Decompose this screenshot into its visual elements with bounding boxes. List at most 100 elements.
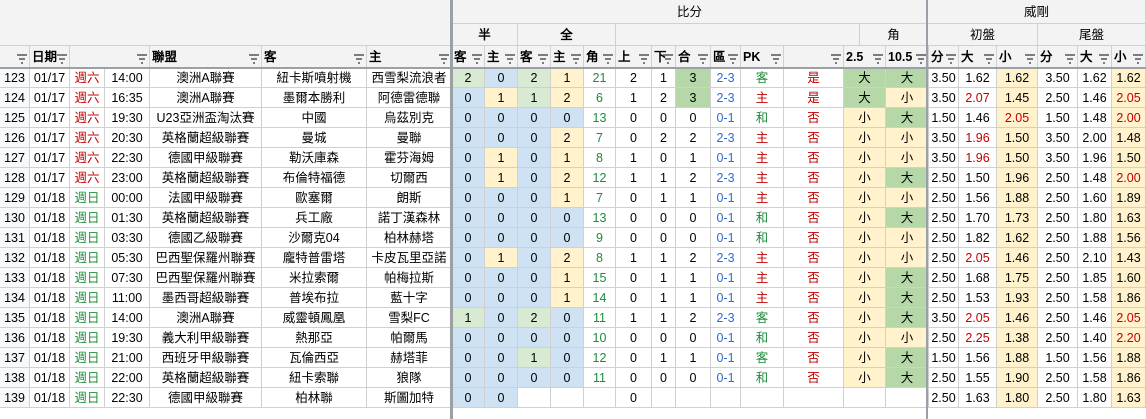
cell-o105[interactable]: 小 [886, 228, 929, 248]
cell-away[interactable]: 龐特普雷塔 [262, 248, 367, 268]
cell-o105[interactable]: 大 [886, 68, 929, 88]
cell-s1[interactable]: 2.50 [929, 248, 959, 268]
cell-w[interactable]: 週六 [70, 148, 105, 168]
cell-e2[interactable]: 1.85 [1078, 268, 1112, 288]
cell-s3[interactable]: 1.75 [997, 268, 1038, 288]
cell-home[interactable]: 曼聯 [367, 128, 452, 148]
cell-away[interactable]: 布倫特福德 [262, 168, 367, 188]
cell-he[interactable]: 2 [676, 248, 711, 268]
cell-home[interactable]: 諾丁漢森林 [367, 208, 452, 228]
cell-up[interactable]: 1 [616, 248, 652, 268]
cell-he[interactable]: 0 [676, 228, 711, 248]
cell-jiao[interactable]: 11 [584, 368, 616, 388]
cell-f2[interactable]: 0 [551, 348, 584, 368]
cell-d[interactable]: 01/17 [30, 168, 70, 188]
cell-home[interactable]: 帕梅拉斯 [367, 268, 452, 288]
cell-res[interactable]: 否 [784, 168, 844, 188]
cell-e1[interactable]: 2.50 [1038, 308, 1078, 328]
cell-o105[interactable]: 小 [886, 248, 929, 268]
filter-icon[interactable] [873, 50, 883, 64]
cell-f2[interactable]: 2 [551, 248, 584, 268]
filter-icon[interactable] [571, 50, 581, 64]
cell-e2[interactable]: 1.46 [1078, 88, 1112, 108]
cell-qu[interactable]: 0-1 [711, 288, 741, 308]
cell-qu[interactable]: 2-3 [711, 248, 741, 268]
cell-w[interactable]: 週日 [70, 188, 105, 208]
filter-icon[interactable] [639, 50, 649, 64]
cell-f1[interactable]: 0 [518, 188, 551, 208]
cell-lg[interactable]: 墨西哥超級聯賽 [150, 288, 262, 308]
cell-lg[interactable]: 德國甲級聯賽 [150, 148, 262, 168]
cell-s1[interactable]: 3.50 [929, 128, 959, 148]
col-header-rownum[interactable] [0, 46, 30, 68]
cell-res[interactable]: 否 [784, 268, 844, 288]
cell-up[interactable]: 2 [616, 68, 652, 88]
cell-s3[interactable]: 1.45 [997, 88, 1038, 108]
filter-icon[interactable] [831, 50, 841, 64]
cell-d[interactable]: 01/18 [30, 288, 70, 308]
cell-n[interactable]: 132 [0, 248, 30, 268]
cell-e3[interactable]: 2.00 [1112, 168, 1146, 188]
cell-res[interactable]: 否 [784, 248, 844, 268]
cell-f1[interactable]: 0 [518, 368, 551, 388]
cell-s2[interactable]: 1.56 [959, 188, 997, 208]
cell-o105[interactable]: 大 [886, 368, 929, 388]
cell-t[interactable]: 22:00 [105, 368, 150, 388]
col-header-date[interactable]: 日期 [30, 46, 70, 68]
filter-icon[interactable] [57, 50, 67, 64]
cell-f1[interactable]: 0 [518, 328, 551, 348]
cell-qu[interactable]: 2-3 [711, 88, 741, 108]
cell-t[interactable]: 05:30 [105, 248, 150, 268]
filter-icon[interactable] [1065, 50, 1075, 64]
cell-w[interactable]: 週日 [70, 388, 105, 408]
cell-e3[interactable]: 1.60 [1112, 268, 1146, 288]
cell-home[interactable]: 切爾西 [367, 168, 452, 188]
cell-lg[interactable]: 澳洲A聯賽 [150, 68, 262, 88]
cell-jiao[interactable]: 8 [584, 148, 616, 168]
cell-down[interactable]: 0 [652, 108, 676, 128]
cell-h2[interactable]: 1 [485, 248, 518, 268]
cell-jiao[interactable]: 10 [584, 328, 616, 348]
cell-f1[interactable]: 2 [518, 68, 551, 88]
cell-o105[interactable]: 大 [886, 348, 929, 368]
cell-e1[interactable]: 2.50 [1038, 368, 1078, 388]
cell-res[interactable]: 否 [784, 368, 844, 388]
filter-icon[interactable] [698, 50, 708, 64]
cell-o105[interactable]: 小 [886, 148, 929, 168]
cell-t[interactable]: 19:30 [105, 108, 150, 128]
cell-h1[interactable]: 0 [452, 248, 485, 268]
cell-s2[interactable]: 2.25 [959, 328, 997, 348]
cell-s1[interactable]: 2.50 [929, 288, 959, 308]
cell-jiao[interactable]: 7 [584, 128, 616, 148]
cell-away[interactable]: 紐卡斯噴射機 [262, 68, 367, 88]
cell-o105[interactable]: 小 [886, 128, 929, 148]
cell-w[interactable]: 週日 [70, 328, 105, 348]
cell-down[interactable]: 1 [652, 168, 676, 188]
cell-e2[interactable]: 1.48 [1078, 168, 1112, 188]
cell-e2[interactable]: 1.88 [1078, 228, 1112, 248]
cell-f2[interactable]: 2 [551, 88, 584, 108]
cell-s1[interactable]: 2.50 [929, 188, 959, 208]
cell-o25[interactable]: 小 [844, 168, 886, 188]
cell-e3[interactable]: 2.05 [1112, 308, 1146, 328]
cell-he[interactable]: 2 [676, 308, 711, 328]
cell-up[interactable]: 0 [616, 288, 652, 308]
cell-pk[interactable]: 和 [741, 328, 784, 348]
cell-e1[interactable]: 2.50 [1038, 388, 1078, 408]
cell-qu[interactable]: 2-3 [711, 68, 741, 88]
cell-he[interactable]: 0 [676, 108, 711, 128]
cell-s3[interactable]: 2.05 [997, 108, 1038, 128]
cell-up[interactable]: 0 [616, 228, 652, 248]
cell-s1[interactable]: 2.50 [929, 328, 959, 348]
cell-o25[interactable]: 小 [844, 248, 886, 268]
cell-res[interactable]: 否 [784, 128, 844, 148]
cell-t[interactable]: 01:30 [105, 208, 150, 228]
cell-pk[interactable]: 主 [741, 128, 784, 148]
cell-s3[interactable]: 1.93 [997, 288, 1038, 308]
cell-d[interactable]: 01/18 [30, 268, 70, 288]
cell-f2[interactable]: 1 [551, 68, 584, 88]
cell-s1[interactable]: 2.50 [929, 208, 959, 228]
cell-o25[interactable]: 小 [844, 228, 886, 248]
cell-d[interactable]: 01/18 [30, 308, 70, 328]
cell-e1[interactable]: 2.50 [1038, 168, 1078, 188]
